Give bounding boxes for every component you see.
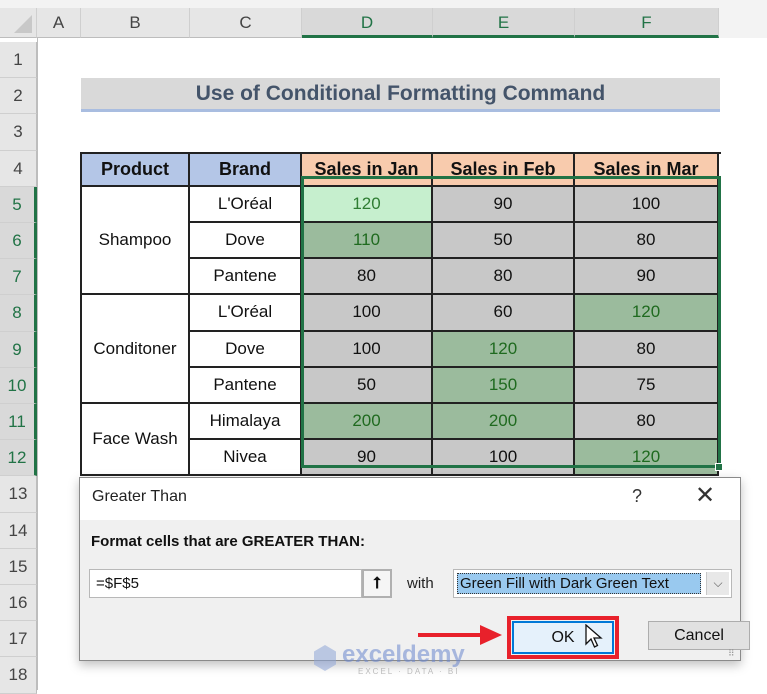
mouse-cursor-icon [585, 623, 603, 656]
sales-cell-feb[interactable]: 120 [433, 331, 575, 368]
row-header-7[interactable]: 7 [0, 259, 37, 296]
sales-cell-jan[interactable]: 110 [302, 223, 433, 260]
sales-cell-mar[interactable]: 80 [575, 331, 719, 368]
table-header-sales-in-feb: Sales in Feb [433, 153, 575, 187]
sheet-title: Use of Conditional Formatting Command [81, 78, 720, 112]
sales-cell-mar[interactable]: 120 [575, 440, 719, 477]
sales-cell-jan[interactable]: 120 [302, 186, 433, 223]
grid-edge [37, 38, 38, 690]
arrow-up-icon: ⭡ [373, 575, 381, 592]
sales-cell-jan[interactable]: 80 [302, 259, 433, 296]
row-header-15[interactable]: 15 [0, 548, 37, 585]
brand-cell: Pantene [190, 367, 302, 404]
table-header-brand: Brand [190, 153, 302, 187]
row-header-14[interactable]: 14 [0, 512, 37, 549]
format-select[interactable]: Green Fill with Dark Green Text ⌵ [453, 569, 732, 598]
row-header-18[interactable]: 18 [0, 657, 37, 694]
column-header-f[interactable]: F [575, 8, 719, 38]
sales-cell-feb[interactable]: 60 [433, 295, 575, 332]
sales-cell-jan[interactable]: 50 [302, 367, 433, 404]
row-header-4[interactable]: 4 [0, 150, 37, 187]
watermark-tagline: EXCEL · DATA · BI [358, 667, 460, 676]
watermark-brand: exceldemy [342, 641, 465, 668]
row-header-9[interactable]: 9 [0, 331, 37, 368]
sales-cell-feb[interactable]: 80 [433, 259, 575, 296]
sales-cell-mar[interactable]: 120 [575, 295, 719, 332]
row-header-11[interactable]: 11 [0, 404, 37, 441]
threshold-value-input[interactable] [89, 569, 362, 598]
annotation-arrow-icon [480, 625, 502, 645]
sales-cell-mar[interactable]: 80 [575, 223, 719, 260]
exceldemy-logo-icon [314, 645, 336, 671]
row-header-10[interactable]: 10 [0, 367, 37, 404]
annotation-arrow-shaft [418, 633, 483, 637]
brand-cell: Dove [190, 331, 302, 368]
cancel-button[interactable]: Cancel [648, 621, 750, 650]
sales-cell-feb[interactable]: 100 [433, 440, 575, 477]
dialog-title: Greater Than [92, 488, 187, 505]
table-header-product: Product [82, 153, 190, 187]
format-select-value: Green Fill with Dark Green Text [457, 573, 701, 594]
row-header-16[interactable]: 16 [0, 585, 37, 622]
table-header-sales-in-mar: Sales in Mar [575, 153, 719, 187]
row-header-5[interactable]: 5 [0, 186, 37, 223]
row-header-8[interactable]: 8 [0, 295, 37, 332]
brand-cell: L'Oréal [190, 186, 302, 223]
watermark: exceldemy EXCEL · DATA · BI [310, 641, 465, 680]
row-header-13[interactable]: 13 [0, 476, 37, 513]
row-header-17[interactable]: 17 [0, 621, 37, 658]
row-header-6[interactable]: 6 [0, 223, 37, 260]
close-icon: ✕ [695, 482, 716, 509]
sales-cell-feb[interactable]: 200 [433, 404, 575, 441]
product-cell: Shampoo [82, 186, 190, 296]
column-header-b[interactable]: B [81, 8, 190, 38]
row-header-2[interactable]: 2 [0, 78, 37, 115]
sales-cell-feb[interactable]: 50 [433, 223, 575, 260]
brand-cell: Himalaya [190, 404, 302, 441]
sales-cell-mar[interactable]: 80 [575, 404, 719, 441]
resize-grip-icon[interactable]: ⠿ [728, 648, 735, 659]
row-header-3[interactable]: 3 [0, 114, 37, 151]
sales-cell-jan[interactable]: 100 [302, 331, 433, 368]
brand-cell: L'Oréal [190, 295, 302, 332]
sales-cell-mar[interactable]: 100 [575, 186, 719, 223]
column-header-e[interactable]: E [433, 8, 575, 38]
brand-cell: Pantene [190, 259, 302, 296]
sales-cell-feb[interactable]: 90 [433, 186, 575, 223]
sales-cell-feb[interactable]: 150 [433, 367, 575, 404]
sales-cell-mar[interactable]: 75 [575, 367, 719, 404]
brand-cell: Dove [190, 223, 302, 260]
fill-handle[interactable] [715, 463, 723, 471]
sales-cell-jan[interactable]: 200 [302, 404, 433, 441]
dialog-prompt: Format cells that are GREATER THAN: [91, 533, 365, 550]
select-all-icon [14, 15, 32, 33]
close-button[interactable]: ✕ [695, 482, 715, 510]
column-header-c[interactable]: C [190, 8, 302, 38]
with-label: with [407, 575, 434, 592]
column-header-a[interactable]: A [37, 8, 81, 38]
sales-cell-jan[interactable]: 90 [302, 440, 433, 477]
brand-cell: Nivea [190, 440, 302, 477]
row-header-12[interactable]: 12 [0, 440, 37, 477]
greater-than-dialog: Greater Than ? ✕ Format cells that are G… [79, 477, 750, 661]
column-header-d[interactable]: D [302, 8, 433, 38]
product-cell: Conditoner [82, 295, 190, 404]
select-all-button[interactable] [0, 8, 37, 38]
collapse-dialog-button[interactable]: ⭡ [362, 569, 392, 598]
sales-cell-mar[interactable]: 90 [575, 259, 719, 296]
help-button[interactable]: ? [632, 486, 642, 507]
table-header-sales-in-jan: Sales in Jan [302, 153, 433, 187]
sales-cell-jan[interactable]: 100 [302, 295, 433, 332]
row-header-1[interactable]: 1 [0, 42, 37, 79]
chevron-down-icon[interactable]: ⌵ [706, 572, 729, 595]
product-cell: Face Wash [82, 404, 190, 477]
